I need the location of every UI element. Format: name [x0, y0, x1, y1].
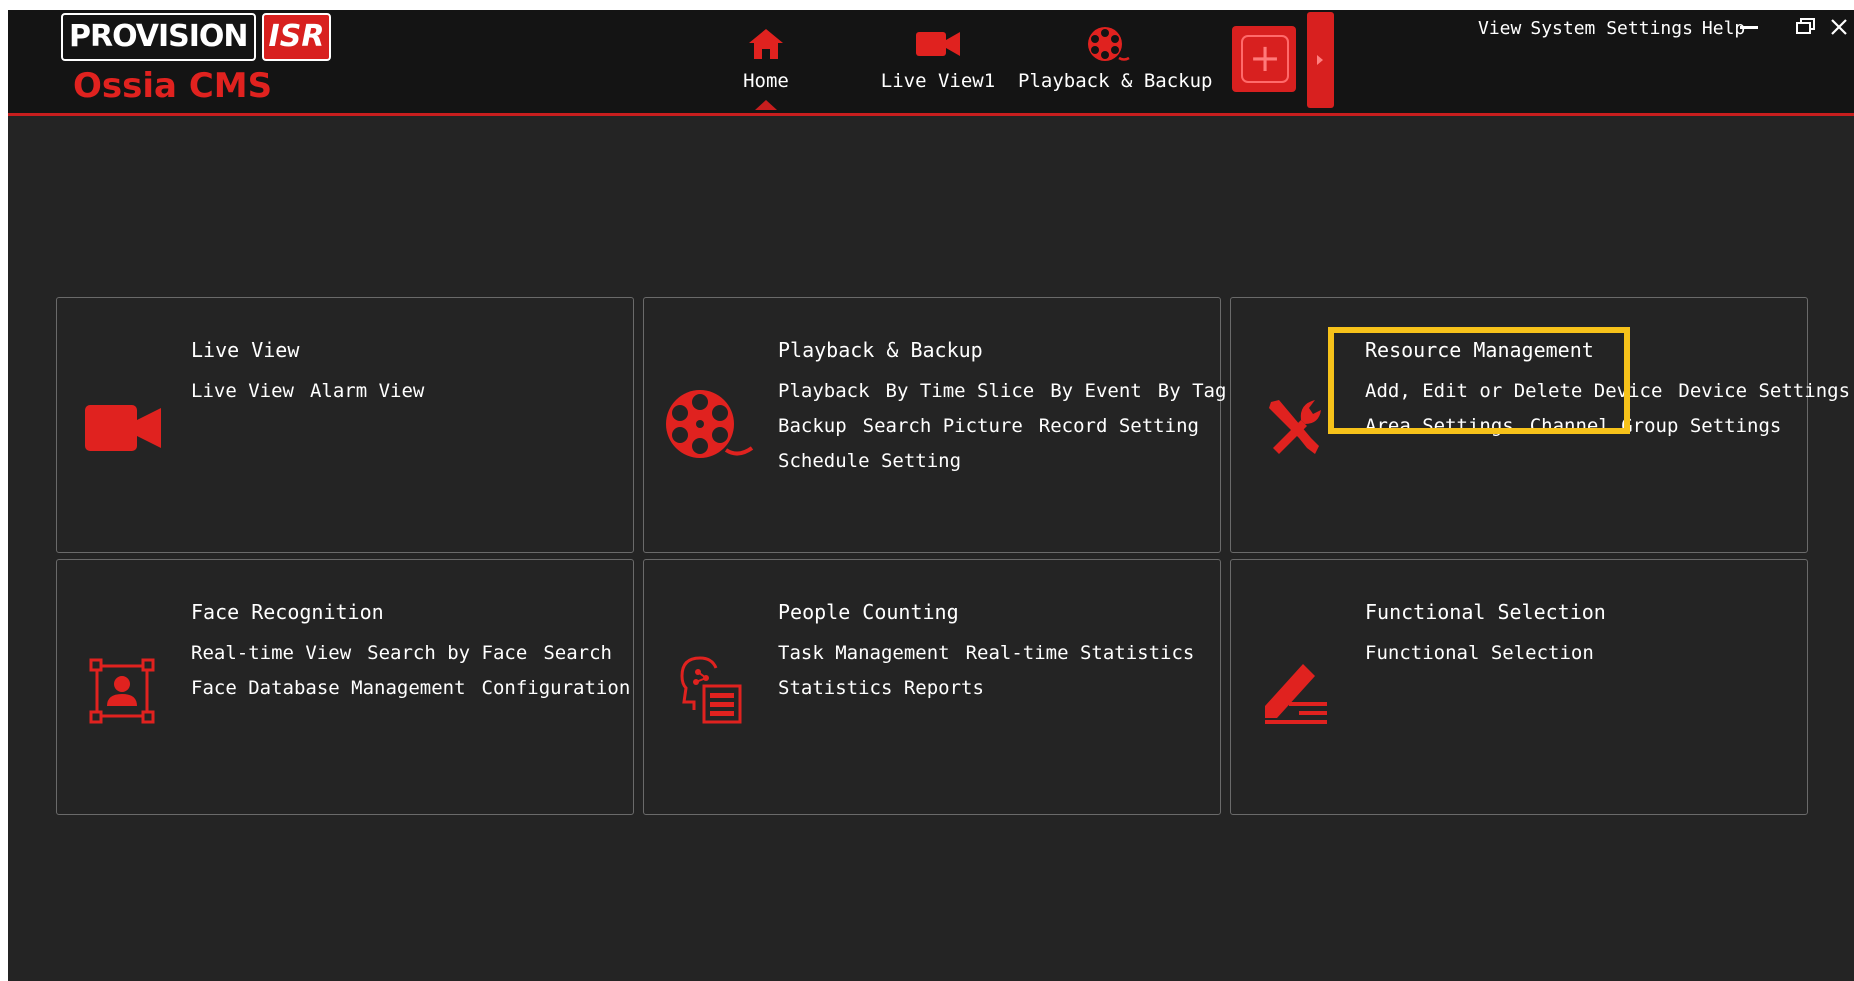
video-camera-icon	[85, 405, 161, 451]
card-links: Playback By Time Slice By Event By Tag Back…	[778, 374, 1226, 479]
link-face-database-management[interactable]: Face Database Management	[191, 677, 466, 699]
edit-list-icon	[1265, 664, 1327, 724]
tab-live-view1[interactable]: Live View1	[878, 24, 998, 110]
card-title: Live View	[191, 338, 300, 362]
link-playback[interactable]: Playback	[778, 380, 870, 402]
face-frame-icon	[89, 658, 155, 724]
card-live-view: Live View Live View Alarm View	[56, 297, 634, 553]
card-links: Functional Selection	[1365, 636, 1594, 671]
card-face-recognition: Face Recognition Real-time View Search by…	[56, 559, 634, 815]
link-real-time-statistics[interactable]: Real-time Statistics	[966, 642, 1195, 664]
link-search-by-face[interactable]: Search by Face	[367, 642, 527, 664]
add-tab-button[interactable]: +	[1232, 26, 1296, 92]
link-search-picture[interactable]: Search Picture	[863, 415, 1023, 437]
minimize-icon	[1740, 26, 1758, 29]
tab-home[interactable]: Home	[716, 24, 816, 110]
link-by-event[interactable]: By Event	[1050, 380, 1142, 402]
link-live-view[interactable]: Live View	[191, 380, 294, 402]
card-title: People Counting	[778, 600, 959, 624]
close-icon	[1831, 19, 1847, 35]
restore-icon	[1796, 18, 1815, 34]
logo-isr-text: ISR	[261, 13, 332, 61]
link-schedule-setting[interactable]: Schedule Setting	[778, 450, 961, 472]
menu-system-settings[interactable]: System Settings	[1530, 18, 1693, 39]
tab-playback-backup-label: Playback & Backup	[1018, 70, 1213, 92]
menu-view[interactable]: View	[1478, 18, 1521, 39]
link-alarm-view[interactable]: Alarm View	[310, 380, 424, 402]
provision-logo: PROVISION ISR	[61, 12, 332, 62]
link-functional-selection[interactable]: Functional Selection	[1365, 642, 1594, 664]
link-device-settings[interactable]: Device Settings	[1678, 380, 1850, 402]
link-by-time-slice[interactable]: By Time Slice	[886, 380, 1035, 402]
card-title: Functional Selection	[1365, 600, 1606, 624]
link-backup[interactable]: Backup	[778, 415, 847, 437]
card-links: Real-time View Search by Face Search Face …	[191, 636, 630, 706]
card-title: Face Recognition	[191, 600, 384, 624]
link-real-time-view[interactable]: Real-time View	[191, 642, 351, 664]
logo-provision-text: PROVISION	[61, 13, 256, 61]
chevron-right-icon	[1317, 55, 1323, 65]
link-statistics-reports[interactable]: Statistics Reports	[778, 677, 984, 699]
restore-button[interactable]	[1788, 12, 1822, 42]
minimize-button[interactable]	[1732, 12, 1766, 42]
link-configuration[interactable]: Configuration	[482, 677, 631, 699]
tab-scroll-button[interactable]	[1307, 12, 1334, 108]
link-by-tag[interactable]: By Tag	[1158, 380, 1227, 402]
link-record-setting[interactable]: Record Setting	[1039, 415, 1199, 437]
tab-playback-backup[interactable]: Playback & Backup	[1018, 24, 1213, 110]
film-reel-icon	[666, 390, 754, 458]
home-icon	[749, 29, 783, 59]
card-people-counting: People Counting Task Management Real-time…	[643, 559, 1221, 815]
tab-home-label: Home	[743, 70, 789, 92]
product-name: Ossia CMS	[73, 66, 273, 106]
menu-bar: View System Settings Help	[1478, 14, 1754, 42]
video-camera-icon	[916, 32, 960, 56]
card-links: Task Management Real-time Statistics Stat…	[778, 636, 1194, 706]
people-counting-icon	[680, 656, 742, 724]
link-search[interactable]: Search	[543, 642, 612, 664]
plus-icon: +	[1241, 35, 1289, 83]
title-bar: PROVISION ISR Ossia CMS Home Live View1	[8, 10, 1854, 116]
card-links: Live View Alarm View	[191, 374, 424, 409]
close-button[interactable]	[1826, 12, 1852, 42]
card-playback-backup: Playback & Backup Playback By Time Slice B…	[643, 297, 1226, 553]
active-tab-indicator	[755, 100, 777, 110]
highlight-annotation-box	[1328, 327, 1630, 434]
tools-icon	[1269, 400, 1321, 454]
film-reel-icon	[1088, 27, 1130, 61]
card-functional-selection: Functional Selection Functional Selectio…	[1230, 559, 1808, 815]
link-task-management[interactable]: Task Management	[778, 642, 950, 664]
tab-live-view1-label: Live View1	[880, 70, 996, 92]
card-title: Playback & Backup	[778, 338, 983, 362]
